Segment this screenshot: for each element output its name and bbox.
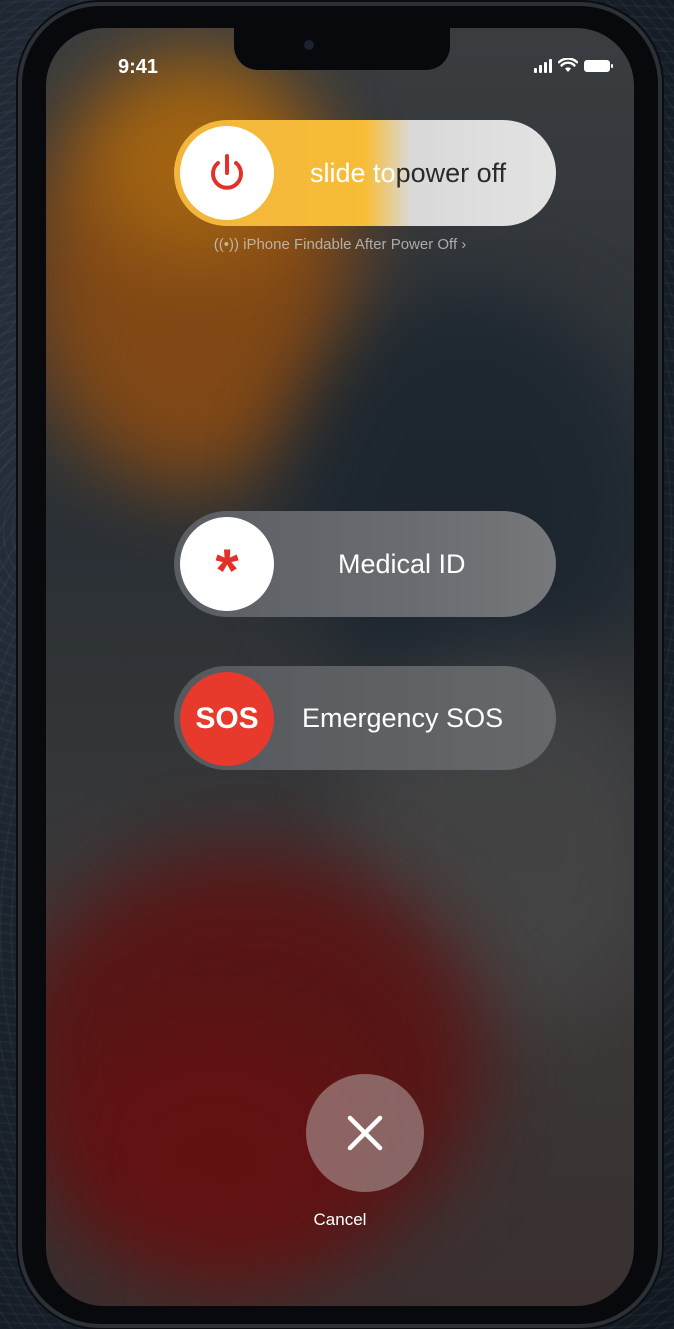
chevron-right-icon: › xyxy=(461,236,467,253)
power-off-slider[interactable]: slide to power off xyxy=(174,120,556,226)
notch xyxy=(234,28,450,70)
findable-text: iPhone Findable After Power Off xyxy=(243,236,458,253)
status-time: 9:41 xyxy=(118,56,159,78)
status-icons xyxy=(534,58,613,73)
medical-slider-knob[interactable]: * xyxy=(180,517,274,611)
medical-id-slider[interactable]: * Medical ID xyxy=(174,511,556,617)
sos-icon-text: SOS xyxy=(195,702,259,735)
sos-slider-knob[interactable]: SOS xyxy=(180,672,274,766)
cellular-signal-icon xyxy=(534,58,552,73)
close-icon xyxy=(347,1115,383,1151)
emergency-sos-slider[interactable]: SOS Emergency SOS xyxy=(174,666,556,770)
screen: 9:41 slide to power off ((•)) iPhone Fin… xyxy=(46,28,634,1306)
findable-after-power-off-link[interactable]: ((•)) iPhone Findable After Power Off › xyxy=(46,236,634,253)
wifi-icon xyxy=(558,58,578,72)
power-label-prefix: slide to xyxy=(310,157,396,188)
findable-signal-icon: ((•)) xyxy=(213,236,239,253)
power-slider-knob[interactable] xyxy=(180,126,274,220)
cancel-button[interactable] xyxy=(306,1074,424,1192)
power-slider-label: slide to power off xyxy=(310,120,506,226)
power-icon xyxy=(211,154,243,190)
medical-id-label: Medical ID xyxy=(338,548,466,579)
wallpaper-blob xyxy=(286,288,634,708)
emergency-sos-label: Emergency SOS xyxy=(302,702,504,733)
asterisk-icon: * xyxy=(215,537,239,604)
power-label-suffix: power off xyxy=(395,157,507,188)
cancel-label: Cancel xyxy=(313,1210,367,1229)
front-camera xyxy=(304,40,314,50)
battery-icon xyxy=(584,59,613,72)
phone-frame: 9:41 slide to power off ((•)) iPhone Fin… xyxy=(22,6,658,1324)
